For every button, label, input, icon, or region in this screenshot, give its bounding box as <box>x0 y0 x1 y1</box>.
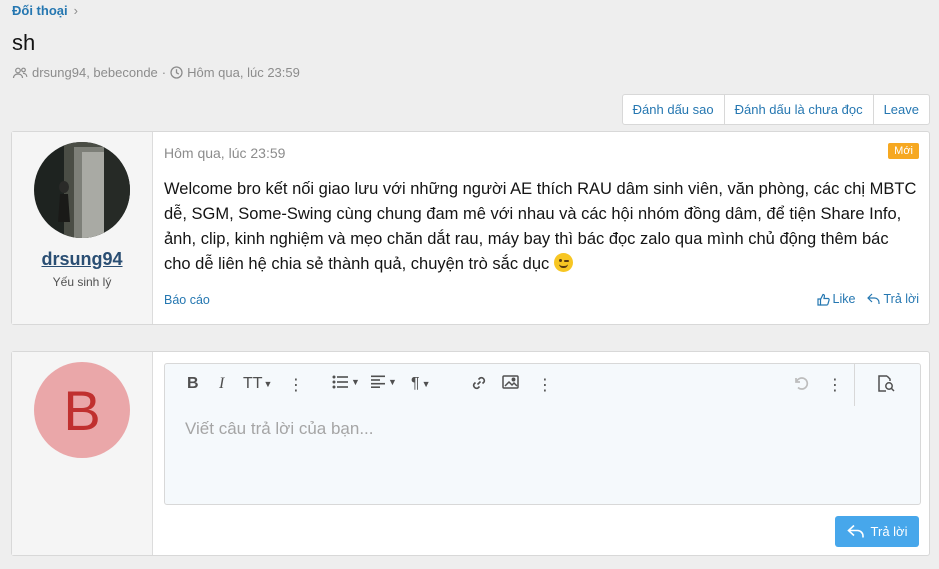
align-left-icon <box>371 375 385 388</box>
meta-separator: · <box>161 65 167 80</box>
page-title: sh <box>12 30 36 55</box>
avatar-photo <box>34 142 130 238</box>
caret-down-icon: ▼ <box>351 377 360 387</box>
undo-button[interactable] <box>793 375 809 391</box>
link-button[interactable] <box>471 375 487 391</box>
username-link[interactable]: drsung94 <box>12 249 152 270</box>
reply-link[interactable]: Trả lời <box>867 292 919 306</box>
image-icon <box>502 375 519 389</box>
reply-icon <box>867 293 881 304</box>
message-actions: Like Trả lời <box>816 292 919 306</box>
message: drsung94 Yếu sinh lý Hôm qua, lúc 23:59 … <box>11 131 930 325</box>
quick-reply: B B I TT ▼ ⋮ ▼ ▼ ¶ ▼ ⋮ ⋮ Viết câu trả lờ… <box>11 351 930 556</box>
editor-toolbar: B I TT ▼ ⋮ ▼ ▼ ¶ ▼ ⋮ ⋮ <box>165 364 920 406</box>
more-editor-options[interactable]: ⋮ <box>827 375 843 395</box>
breadcrumb[interactable]: Đối thoại › <box>12 3 78 18</box>
breadcrumb-link[interactable]: Đối thoại <box>12 3 68 18</box>
avatar[interactable] <box>34 142 130 238</box>
leave-button[interactable]: Leave <box>874 95 929 124</box>
wink-emoji-icon <box>553 253 573 272</box>
conversation-meta: drsung94, bebeconde · Hôm qua, lúc 23:59 <box>12 65 300 80</box>
more-text-options[interactable]: ⋮ <box>288 375 304 395</box>
caret-down-icon: ▼ <box>388 376 397 387</box>
avatar[interactable]: B <box>34 362 130 458</box>
reply-placeholder: Viết câu trả lời của bạn... <box>185 419 374 438</box>
paragraph-button[interactable]: ¶ ▼ <box>411 375 431 393</box>
preview-search-icon <box>878 375 895 392</box>
conversation-date: Hôm qua, lúc 23:59 <box>187 65 300 80</box>
like-button[interactable]: Like <box>816 292 856 306</box>
paragraph-icon: ¶ <box>411 375 420 392</box>
image-button[interactable] <box>502 375 519 389</box>
conversation-actions: Đánh dấu sao Đánh dấu là chưa đọc Leave <box>621 94 930 125</box>
reply-main: B I TT ▼ ⋮ ▼ ▼ ¶ ▼ ⋮ ⋮ Viết câu trả lời … <box>153 352 929 555</box>
like-label: Like <box>832 292 856 306</box>
text-size-button[interactable]: TT ▼ <box>243 375 272 393</box>
reply-editor[interactable]: B I TT ▼ ⋮ ▼ ▼ ¶ ▼ ⋮ ⋮ Viết câu trả lời … <box>164 363 921 505</box>
reply-user-cell: B <box>12 352 153 555</box>
message-user-cell: drsung94 Yếu sinh lý <box>12 132 153 324</box>
caret-down-icon: ▼ <box>263 379 273 389</box>
message-time[interactable]: Hôm qua, lúc 23:59 <box>164 145 285 161</box>
message-text: Welcome bro kết nối giao lưu với những n… <box>164 180 917 273</box>
message-main: Hôm qua, lúc 23:59 Mới Welcome bro kết n… <box>153 132 929 324</box>
chevron-right-icon: › <box>73 3 78 18</box>
more-insert-options[interactable]: ⋮ <box>537 375 553 395</box>
message-body: Welcome bro kết nối giao lưu với những n… <box>164 177 919 277</box>
list-button[interactable]: ▼ <box>332 375 360 389</box>
report-link[interactable]: Báo cáo <box>164 293 210 307</box>
submit-reply-label: Trả lời <box>870 524 908 539</box>
preview-button[interactable] <box>877 375 895 392</box>
toolbar-divider <box>854 364 855 406</box>
participants[interactable]: drsung94, bebeconde <box>32 65 158 80</box>
reply-label: Trả lời <box>883 292 919 306</box>
thumbs-up-icon <box>816 293 830 306</box>
bold-button[interactable]: B <box>187 375 199 393</box>
mark-unread-button[interactable]: Đánh dấu là chưa đọc <box>725 95 874 124</box>
clock-icon <box>170 66 183 79</box>
new-badge: Mới <box>888 143 919 159</box>
italic-button[interactable]: I <box>219 375 224 393</box>
users-icon <box>12 67 28 78</box>
submit-reply-button[interactable]: Trả lời <box>835 516 919 547</box>
link-icon <box>472 376 486 390</box>
list-icon <box>332 375 348 389</box>
user-title: Yếu sinh lý <box>52 275 112 289</box>
undo-icon <box>795 377 809 390</box>
text-size-label: TT <box>243 375 263 392</box>
align-button[interactable]: ▼ <box>371 375 397 388</box>
reply-icon <box>846 524 864 538</box>
caret-down-icon: ▼ <box>421 379 431 389</box>
star-button[interactable]: Đánh dấu sao <box>623 95 725 124</box>
